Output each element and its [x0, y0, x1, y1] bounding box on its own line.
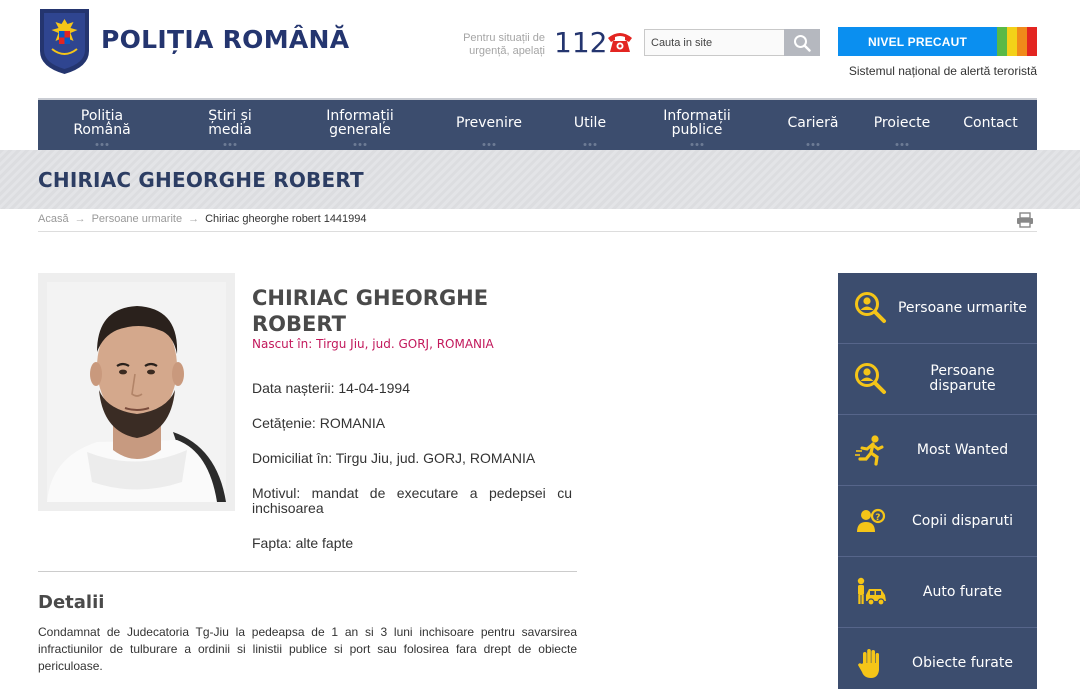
hand-icon [858, 649, 879, 678]
nav-item-label: Informații generale [326, 108, 394, 138]
alert-swatch-green [997, 27, 1007, 56]
sidebar-item-persoane-disparute[interactable]: Persoane disparute [838, 344, 1037, 415]
nav-item-contact[interactable]: Contact [944, 100, 1037, 150]
details-heading: Detalii [38, 592, 105, 613]
nav-dots [806, 143, 820, 146]
breadcrumb-current: Chiriac gheorghe robert 1441994 [205, 213, 367, 225]
birth-date: Data nașterii: 14-04-1994 [252, 380, 410, 396]
sidebar-item-label: Persoane urmarite [897, 299, 1028, 316]
nav-dots [353, 143, 367, 146]
birthplace: Nascut în: Tirgu Jiu, jud. GORJ, ROMANIA [252, 337, 494, 351]
nav-dots [482, 143, 496, 146]
citizenship: Cetățenie: ROMANIA [252, 415, 386, 431]
breadcrumb: Acasă → Persoane urmarite → Chiriac gheo… [38, 213, 367, 225]
svg-text:?: ? [875, 513, 880, 523]
breadcrumb-divider [38, 231, 1037, 232]
nav-item-utile[interactable]: Utile [552, 100, 628, 150]
sidebar-menu: Persoane urmarite Persoane disparute Mos… [838, 273, 1037, 689]
nav-dots [583, 143, 597, 146]
search-icon [794, 34, 811, 52]
search-person-icon [855, 363, 886, 394]
sidebar-item-label: Copii disparuti [911, 512, 1013, 529]
alert-swatch-yellow [1007, 27, 1017, 56]
sidebar-item-copii-disparuti[interactable]: ? Copii disparuti [838, 486, 1037, 557]
warrant-motive: Motivul: mandat de executare a pedepsei … [252, 485, 572, 516]
nav-dots [95, 143, 109, 146]
main-nav: Poliția Română Știri și media Informații… [38, 98, 1037, 150]
sidebar-item-label: Most Wanted [916, 441, 1009, 458]
nav-item-politia-romana[interactable]: Poliția Română [38, 100, 166, 150]
sidebar-item-persoane-urmarite[interactable]: Persoane urmarite [838, 273, 1037, 344]
alert-swatch-orange [1017, 27, 1027, 56]
breadcrumb-separator: → [188, 213, 200, 225]
nav-item-informatii-publice[interactable]: Informații publice [628, 100, 766, 150]
search-person-icon [855, 292, 886, 323]
nav-item-stiri-media[interactable]: Știri și media [166, 100, 294, 150]
breadcrumb-section-link[interactable]: Persoane urmarite [92, 213, 183, 225]
nav-item-prevenire[interactable]: Prevenire [426, 100, 552, 150]
nav-item-cariera[interactable]: Carieră [766, 100, 860, 150]
nav-item-label: Informații publice [663, 108, 731, 138]
breadcrumb-separator: → [74, 213, 86, 225]
offense: Fapta: alte fapte [252, 535, 354, 551]
nav-dots [895, 143, 909, 146]
alert-system-label[interactable]: Sistemul național de alertă teroristă [820, 64, 1037, 78]
nav-dots [690, 143, 704, 146]
site-brand-title[interactable]: POLIȚIA ROMÂNĂ [101, 25, 349, 54]
nav-item-informatii-generale[interactable]: Informații generale [294, 100, 426, 150]
nav-item-label: Proiecte [873, 115, 931, 131]
alert-level-label: NIVEL PRECAUT [838, 27, 997, 56]
sidebar-item-label: Obiecte furate [912, 654, 1013, 671]
nav-item-label: Prevenire [456, 115, 522, 131]
nav-item-label: Utile [573, 115, 607, 131]
sidebar-item-obiecte-furate[interactable]: Obiecte furate [838, 628, 1037, 689]
emergency-number: 112 [554, 26, 608, 59]
sidebar-item-label: Persoane disparute [929, 363, 996, 394]
page-title: CHIRIAC GHEORGHE ROBERT [38, 168, 364, 192]
phone-icon [608, 33, 632, 52]
section-divider [38, 571, 577, 572]
person-name: CHIRIAC GHEORGHE ROBERT [252, 286, 489, 336]
car-thief-icon [857, 577, 886, 606]
child-icon: ? [857, 508, 886, 532]
search-input[interactable] [644, 29, 784, 56]
police-crest-logo[interactable] [38, 7, 91, 75]
residence: Domiciliat în: Tirgu Jiu, jud. GORJ, ROM… [252, 450, 536, 466]
sidebar-item-label: Auto furate [922, 583, 1003, 600]
emergency-label: Pentru situații de urgență, apelați [463, 32, 545, 57]
print-icon[interactable] [1016, 212, 1034, 228]
person-photo [47, 282, 226, 502]
nav-item-label: Poliția Română [73, 108, 131, 138]
nav-dots [223, 143, 237, 146]
details-text: Condamnat de Judecatoria Tg-Jiu la pedea… [38, 625, 577, 673]
nav-item-label: Carieră [787, 115, 839, 131]
search-button[interactable] [784, 29, 820, 56]
terror-alert-level[interactable]: NIVEL PRECAUT [838, 27, 1037, 56]
person-photo-frame [38, 273, 235, 511]
running-person-icon [855, 435, 884, 466]
alert-swatch-red [1027, 27, 1037, 56]
nav-item-label: Știri și media [208, 108, 252, 138]
breadcrumb-home-link[interactable]: Acasă [38, 213, 69, 225]
sidebar-item-auto-furate[interactable]: Auto furate [838, 557, 1037, 628]
nav-item-proiecte[interactable]: Proiecte [860, 100, 944, 150]
nav-item-label: Contact [963, 115, 1018, 131]
sidebar-item-most-wanted[interactable]: Most Wanted [838, 415, 1037, 486]
